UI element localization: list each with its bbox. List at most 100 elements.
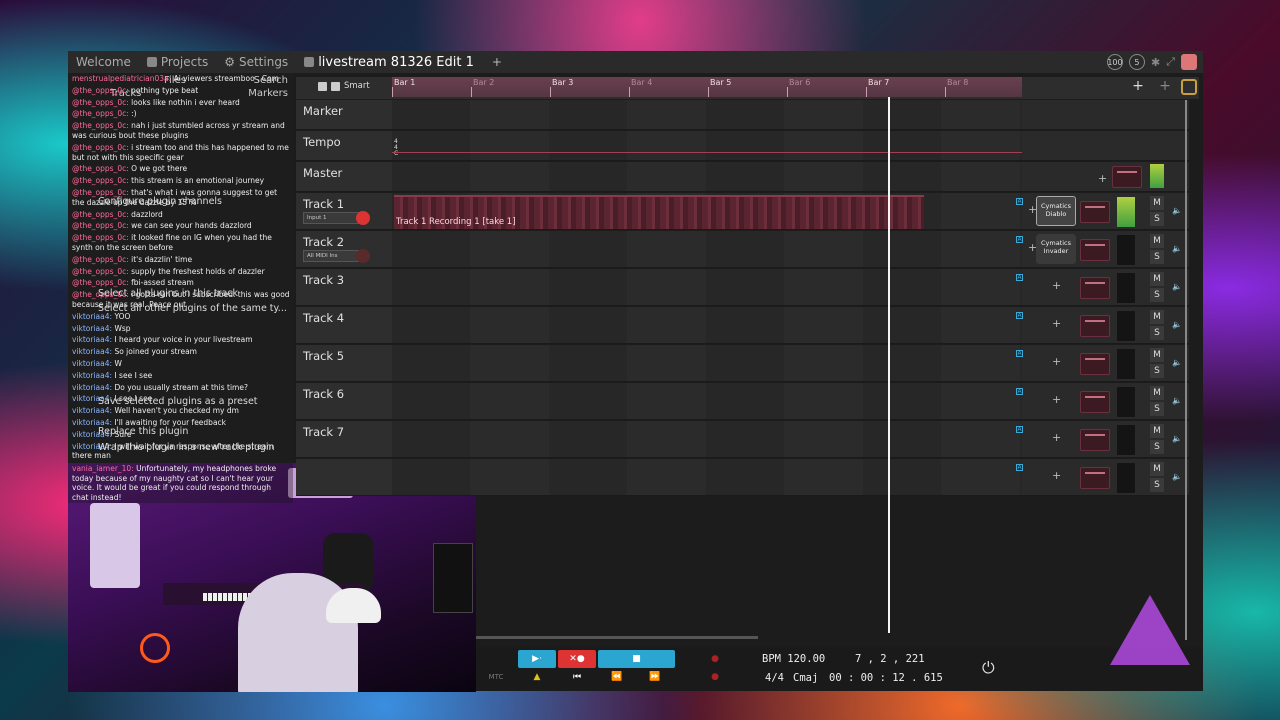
- speaker-icon[interactable]: 🔈: [1172, 320, 1182, 329]
- solo-button[interactable]: S: [1150, 212, 1164, 226]
- volume-pan-plugin[interactable]: [1080, 277, 1110, 299]
- solo-button[interactable]: S: [1150, 326, 1164, 340]
- automation-icon[interactable]: A: [1016, 350, 1023, 357]
- rewind-button[interactable]: ⏪: [605, 668, 629, 686]
- wand-icon[interactable]: ✱: [1151, 56, 1160, 69]
- rewind-start-button[interactable]: ⏮: [565, 668, 589, 686]
- automation-icon[interactable]: A: [1016, 198, 1023, 205]
- key-display[interactable]: Cmaj: [793, 672, 818, 684]
- speaker-icon[interactable]: 🔈: [1172, 358, 1182, 367]
- speaker-icon[interactable]: 🔈: [1172, 396, 1182, 405]
- eye-icon[interactable]: [1181, 54, 1197, 70]
- volume-pan-plugin[interactable]: [1080, 429, 1110, 451]
- speaker-icon[interactable]: 🔈: [1172, 206, 1182, 215]
- volume-pan-plugin[interactable]: [1080, 353, 1110, 375]
- track-header[interactable]: [296, 459, 392, 495]
- plugin-chip[interactable]: Cymatics Invader: [1036, 234, 1076, 264]
- solo-button[interactable]: S: [1150, 288, 1164, 302]
- speaker-icon[interactable]: 🔈: [1172, 472, 1182, 481]
- track-lane[interactable]: [392, 459, 1022, 495]
- mute-button[interactable]: M: [1150, 348, 1164, 362]
- marker-track[interactable]: Marker: [296, 100, 1189, 130]
- mute-button[interactable]: M: [1150, 234, 1164, 248]
- track-lane[interactable]: [392, 231, 1022, 267]
- add-plugin-button[interactable]: +: [1052, 431, 1061, 444]
- automation-icon[interactable]: A: [1016, 388, 1023, 395]
- add-plugin-button[interactable]: +: [1052, 279, 1061, 292]
- track-row[interactable]: A + Cymatics Invader M S 🔈 Track 2 All MIDI Ins: [296, 231, 1189, 268]
- timecode-display[interactable]: 00 : 00 : 12 . 615: [829, 672, 943, 684]
- menu-select-all-plugins[interactable]: Select all plugins in this track: [98, 288, 238, 299]
- cpu-badge[interactable]: 100: [1106, 54, 1123, 70]
- stop-button[interactable]: ■: [598, 650, 675, 668]
- menu-replace-plugin[interactable]: Replace this plugin: [98, 426, 188, 437]
- position-display[interactable]: 7 , 2 , 221: [855, 653, 925, 665]
- mute-button[interactable]: M: [1150, 386, 1164, 400]
- volume-pan-plugin[interactable]: [1080, 201, 1110, 223]
- speaker-icon[interactable]: 🔈: [1172, 434, 1182, 443]
- automation-icon[interactable]: A: [1016, 426, 1023, 433]
- track-row[interactable]: A + M S 🔈 Track 7: [296, 421, 1189, 458]
- record-mode-button[interactable]: ✕●: [558, 650, 596, 668]
- warning-icon[interactable]: ▲: [528, 668, 546, 686]
- automation-icon[interactable]: A: [1016, 274, 1023, 281]
- track-row[interactable]: A + M S 🔈 Track 3: [296, 269, 1189, 306]
- solo-button[interactable]: S: [1150, 478, 1164, 492]
- track-lane[interactable]: [392, 131, 1022, 160]
- tab-projects[interactable]: Projects: [139, 55, 216, 69]
- add-plugin-button[interactable]: +: [1052, 469, 1061, 482]
- speaker-icon[interactable]: 🔈: [1172, 244, 1182, 253]
- mute-button[interactable]: M: [1150, 196, 1164, 210]
- loop-record-button[interactable]: ●: [703, 668, 727, 686]
- speaker-icon[interactable]: 🔈: [1172, 282, 1182, 291]
- record-button[interactable]: ●: [700, 650, 730, 668]
- track-lane[interactable]: [392, 100, 1022, 129]
- mute-button[interactable]: M: [1150, 462, 1164, 476]
- tab-edit[interactable]: livestream 81326 Edit 1: [296, 55, 482, 70]
- solo-button[interactable]: S: [1150, 440, 1164, 454]
- add-plugin-button[interactable]: +: [1052, 393, 1061, 406]
- track-lane[interactable]: [392, 162, 1022, 191]
- smart-tool[interactable]: Smart: [318, 81, 370, 91]
- tab-settings[interactable]: ⚙ Settings: [216, 55, 296, 69]
- plug-icon[interactable]: ⏻: [982, 658, 995, 678]
- automation-icon[interactable]: A: [1016, 236, 1023, 243]
- track-lane[interactable]: [392, 421, 1022, 457]
- track-row[interactable]: A + M S 🔈 Track 4: [296, 307, 1189, 344]
- mute-button[interactable]: M: [1150, 424, 1164, 438]
- track-row[interactable]: A + M S 🔈: [296, 459, 1189, 496]
- automation-icon[interactable]: A: [1016, 312, 1023, 319]
- add-plugin-button[interactable]: +: [1052, 317, 1061, 330]
- tab-welcome[interactable]: Welcome: [68, 55, 139, 69]
- solo-button[interactable]: S: [1150, 402, 1164, 416]
- menu-wrap-in-rack[interactable]: Wrap this plugin in a new rack plugin: [98, 442, 275, 453]
- track-lane[interactable]: [392, 383, 1022, 419]
- master-plugin[interactable]: [1112, 166, 1142, 188]
- track-lane[interactable]: [392, 345, 1022, 381]
- volume-pan-plugin[interactable]: [1080, 315, 1110, 337]
- menu-save-preset[interactable]: Save selected plugins as a preset: [98, 396, 258, 407]
- sync-button[interactable]: ▶·: [518, 650, 556, 668]
- bpm-display[interactable]: BPM 120.00: [762, 653, 825, 665]
- new-tab-button[interactable]: +: [492, 55, 502, 69]
- volume-pan-plugin[interactable]: [1080, 467, 1110, 489]
- solo-button[interactable]: S: [1150, 250, 1164, 264]
- timeline-ruler[interactable]: Bar 1 Bar 2 Bar 3 Bar 4 Bar 5 Bar 6 Bar 7 Bar 8: [392, 77, 1022, 97]
- add-plugin-button[interactable]: +: [1052, 355, 1061, 368]
- volume-pan-plugin[interactable]: [1080, 239, 1110, 261]
- mute-button[interactable]: M: [1150, 272, 1164, 286]
- menu-select-same-type[interactable]: Select all other plugins of the same ty.…: [98, 303, 287, 314]
- record-arm-button[interactable]: [356, 211, 370, 225]
- solo-button[interactable]: S: [1150, 364, 1164, 378]
- volume-pan-plugin[interactable]: [1080, 391, 1110, 413]
- input-selector[interactable]: Input 1: [303, 212, 363, 224]
- track-row[interactable]: A + M S 🔈 Track 6: [296, 383, 1189, 420]
- input-selector[interactable]: All MIDI Ins: [303, 250, 363, 262]
- add-button[interactable]: +: [1156, 79, 1174, 95]
- add-plugin-button[interactable]: +: [1098, 172, 1107, 185]
- fast-forward-button[interactable]: ⏩: [643, 668, 667, 686]
- tempo-curve[interactable]: [392, 152, 1022, 153]
- horizontal-scrollbar[interactable]: [476, 636, 758, 639]
- add-track-button[interactable]: +: [1129, 79, 1147, 95]
- track-row[interactable]: A + M S 🔈 Track 5: [296, 345, 1189, 382]
